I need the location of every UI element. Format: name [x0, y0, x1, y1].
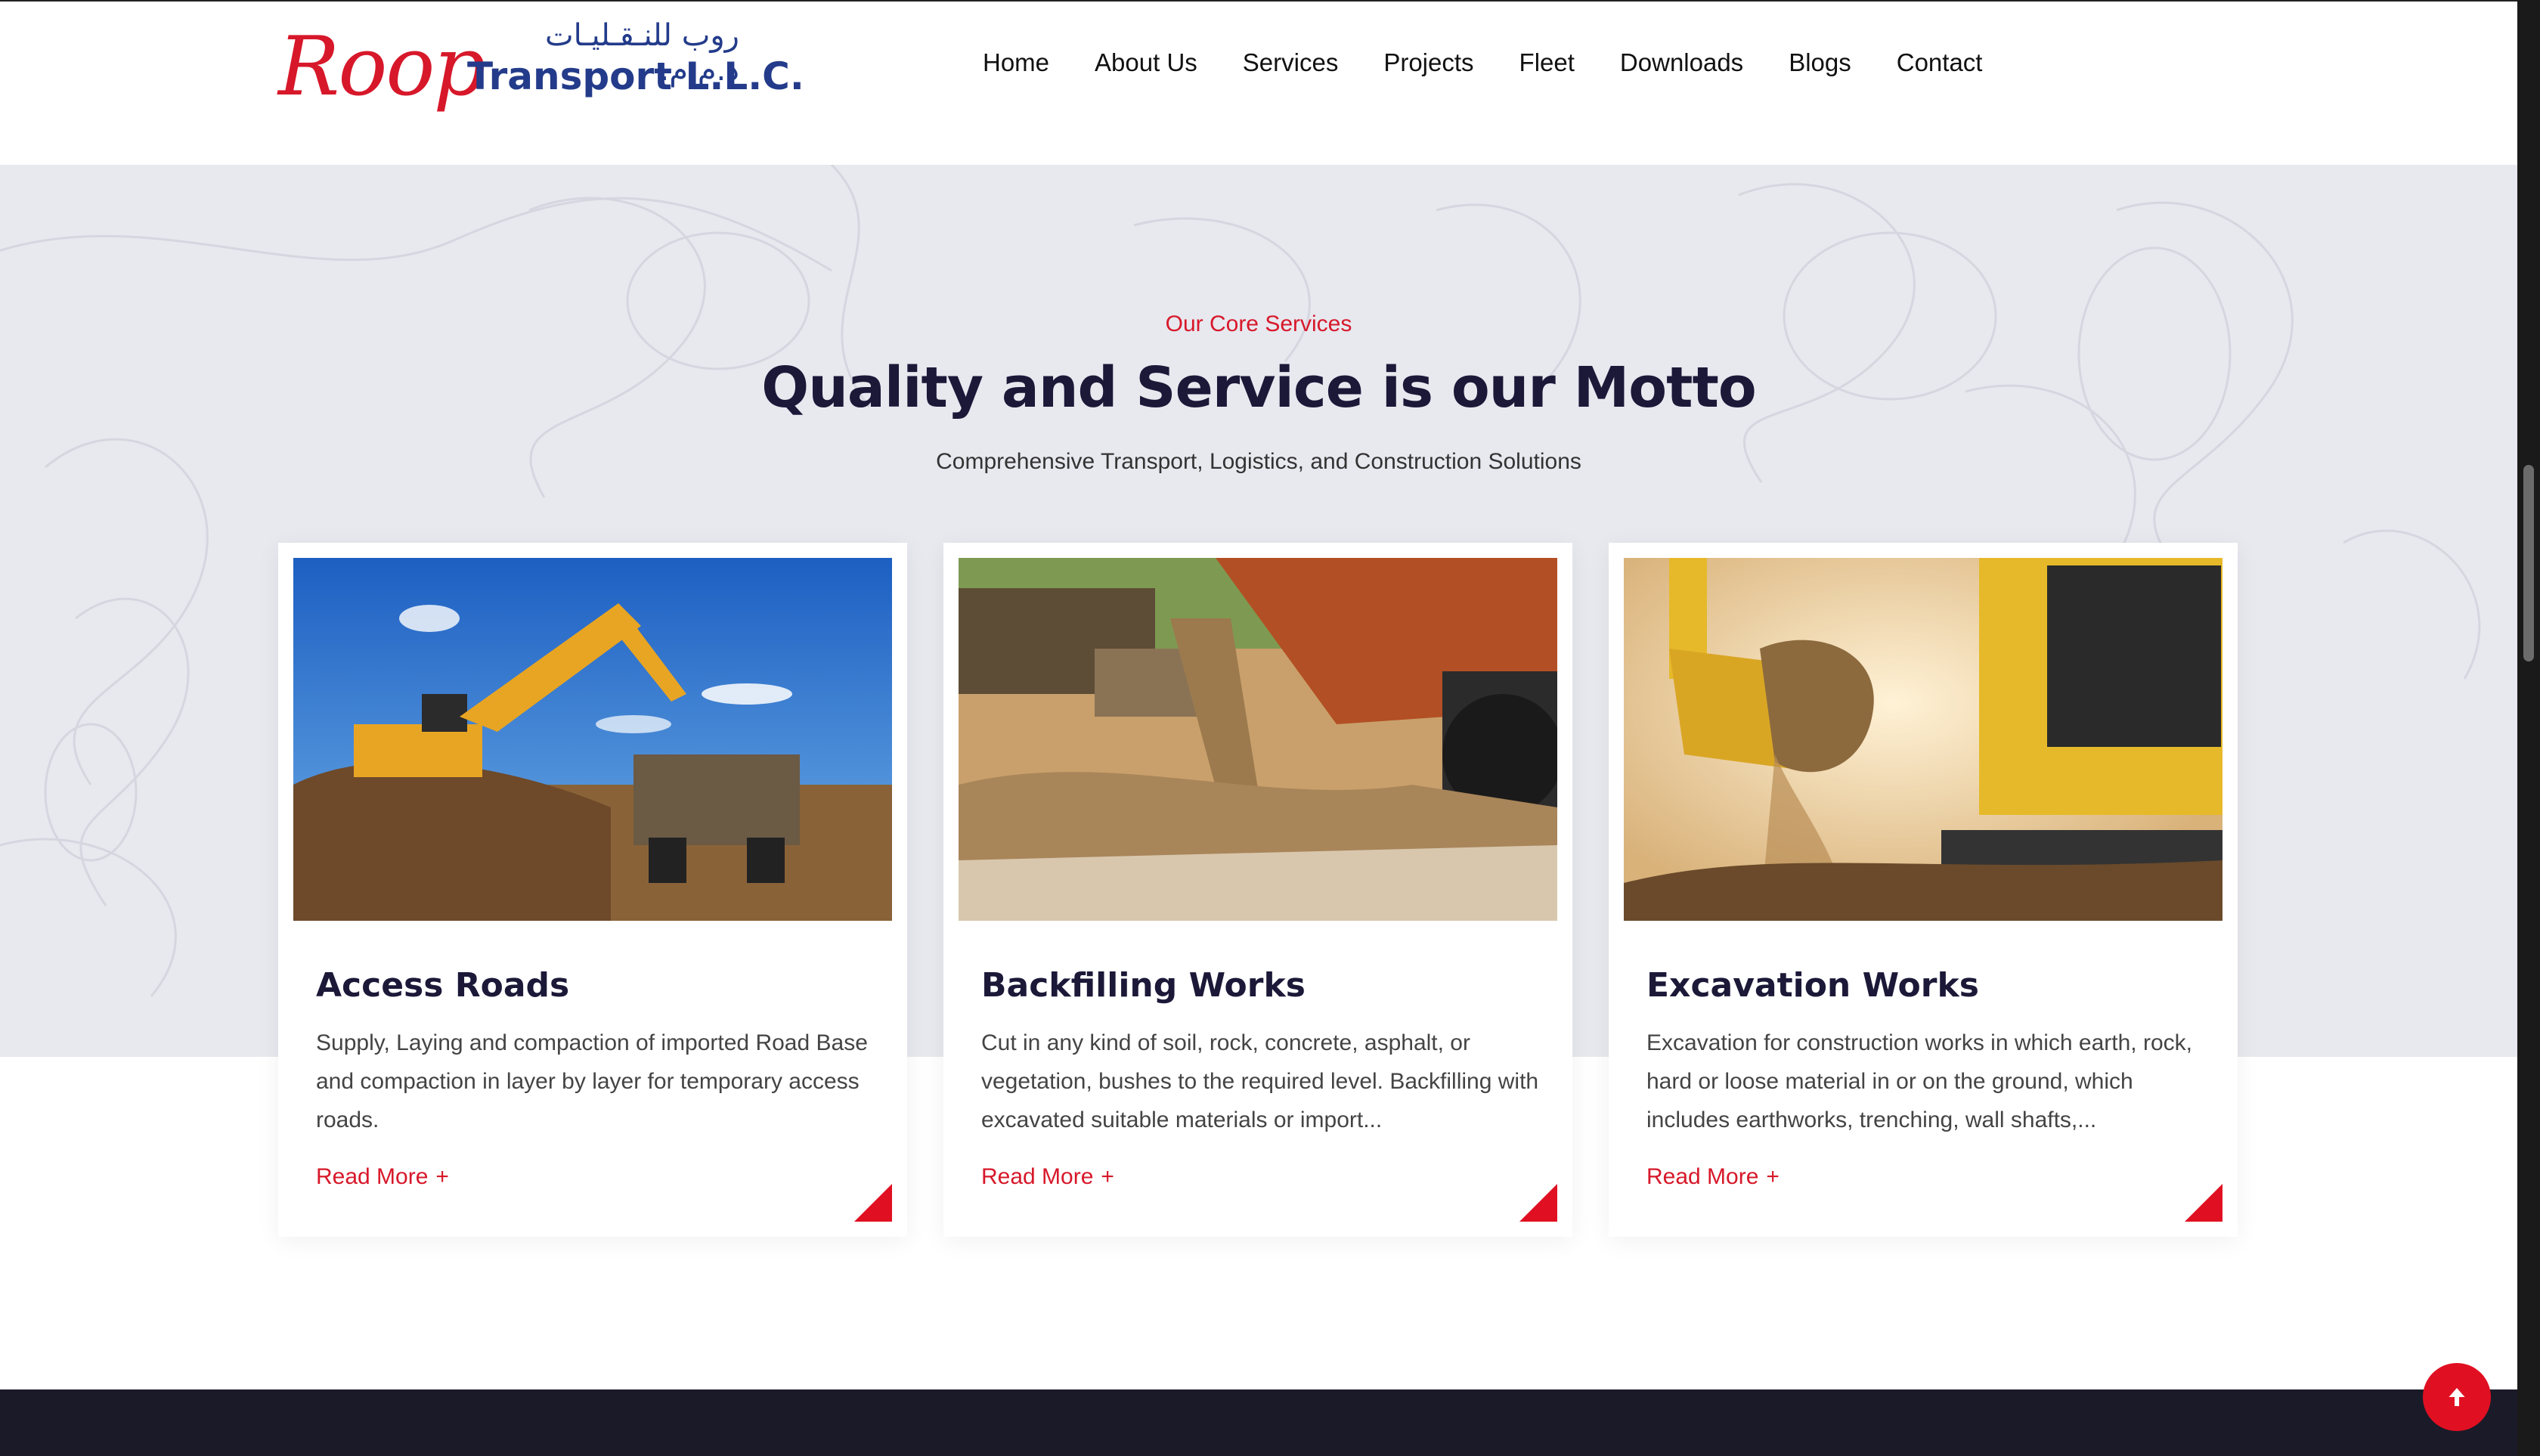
corner-triangle-icon: [2185, 1184, 2222, 1222]
nav-item-services[interactable]: Services: [1243, 48, 1339, 77]
corner-triangle-icon: [854, 1184, 892, 1222]
section-eyebrow: Our Core Services: [1165, 311, 1352, 336]
scroll-to-top-button[interactable]: [2423, 1363, 2491, 1431]
card-description: Cut in any kind of soil, rock, concrete,…: [981, 1030, 1539, 1132]
read-more-link[interactable]: Read More +: [316, 1164, 449, 1190]
main-nav: Home About Us Services Projects Fleet Do…: [983, 48, 2027, 77]
scrollbar-thumb[interactable]: [2523, 465, 2534, 661]
card-title: Excavation Works: [1646, 966, 1979, 1005]
site-logo[interactable]: Roop روب للنـقـليـات ذ.م.م. Transport L.…: [278, 17, 804, 122]
footer-band: [0, 1389, 2517, 1456]
logo-brand: Transport L.L.C.: [467, 54, 804, 98]
read-more-label: Read More: [1646, 1164, 1759, 1189]
nav-item-home[interactable]: Home: [983, 48, 1049, 77]
service-card-backfilling-works: Backfilling Works Cut in any kind of soi…: [943, 543, 1572, 1237]
site-header: Roop روب للنـقـليـات ذ.م.م. Transport L.…: [0, 0, 2517, 165]
read-more-label: Read More: [316, 1164, 429, 1189]
service-card-excavation-works: Excavation Works Excavation for construc…: [1609, 543, 2238, 1237]
card-description: Supply, Laying and compaction of importe…: [316, 1030, 868, 1132]
card-image-excavator-loading-truck[interactable]: [293, 558, 892, 921]
card-title: Access Roads: [316, 966, 570, 1005]
card-title: Backfilling Works: [981, 966, 1306, 1005]
card-image-excavator-bucket-dust[interactable]: [1624, 558, 2222, 921]
read-more-link[interactable]: Read More +: [981, 1164, 1114, 1190]
nav-item-blogs[interactable]: Blogs: [1789, 48, 1851, 77]
section-headline: Quality and Service is our Motto: [761, 355, 1756, 420]
nav-item-projects[interactable]: Projects: [1383, 48, 1473, 77]
arrow-up-icon: [2449, 1388, 2465, 1406]
plus-icon: +: [1766, 1164, 1780, 1189]
card-image-dump-truck-unloading[interactable]: [959, 558, 1557, 921]
page: Roop روب للنـقـليـات ذ.م.م. Transport L.…: [0, 0, 2517, 1456]
card-description: Excavation for construction works in whi…: [1646, 1030, 2192, 1132]
page-scrollbar[interactable]: [2517, 0, 2540, 1456]
plus-icon: +: [1101, 1164, 1114, 1189]
nav-item-about-us[interactable]: About Us: [1095, 48, 1197, 77]
logo-script: Roop: [278, 20, 485, 114]
nav-item-fleet[interactable]: Fleet: [1519, 48, 1575, 77]
plus-icon: +: [435, 1164, 449, 1189]
service-card-access-roads: Access Roads Supply, Laying and compacti…: [278, 543, 907, 1237]
section-subline: Comprehensive Transport, Logistics, and …: [936, 449, 1581, 474]
corner-triangle-icon: [1519, 1184, 1557, 1222]
nav-item-downloads[interactable]: Downloads: [1620, 48, 1743, 77]
read-more-link[interactable]: Read More +: [1646, 1164, 1780, 1190]
read-more-label: Read More: [981, 1164, 1094, 1189]
nav-item-contact[interactable]: Contact: [1897, 48, 1983, 77]
